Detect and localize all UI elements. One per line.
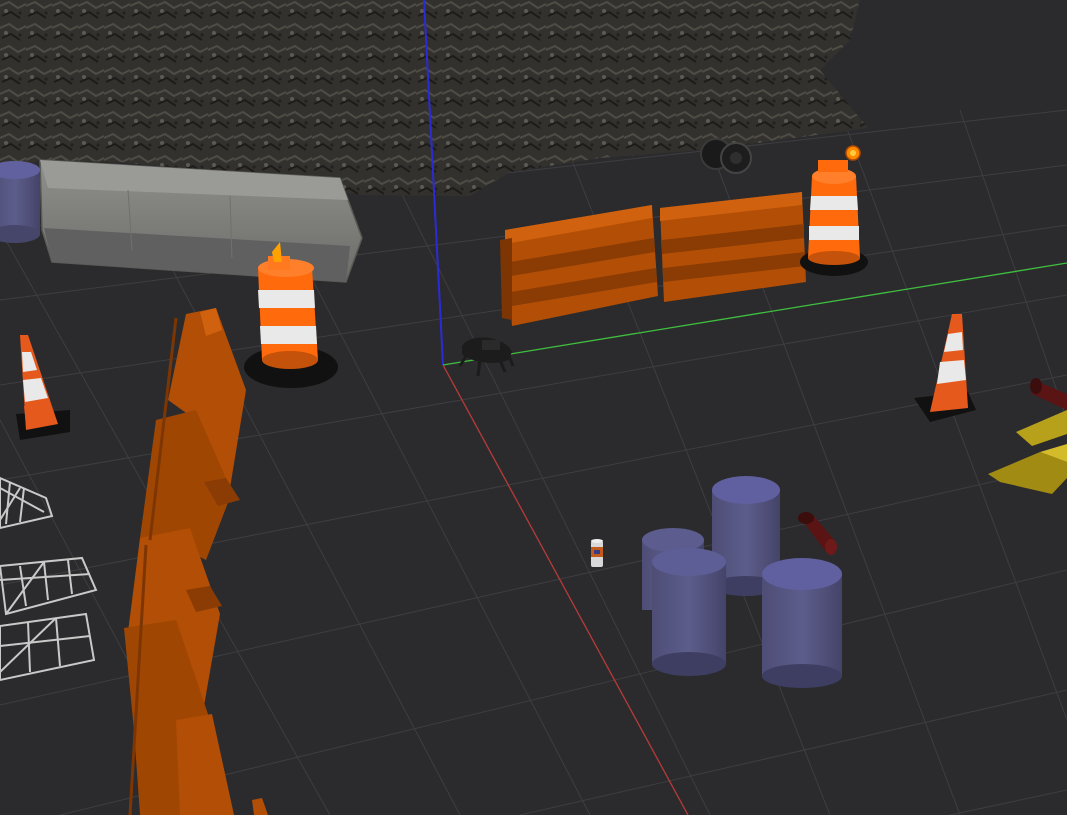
- concrete-jersey-barrier[interactable]: [39, 159, 363, 283]
- 3d-viewport[interactable]: [0, 0, 1067, 815]
- blue-cylinder-edge[interactable]: [0, 161, 40, 243]
- tire-pair[interactable]: [700, 138, 752, 174]
- soda-can[interactable]: [591, 539, 603, 567]
